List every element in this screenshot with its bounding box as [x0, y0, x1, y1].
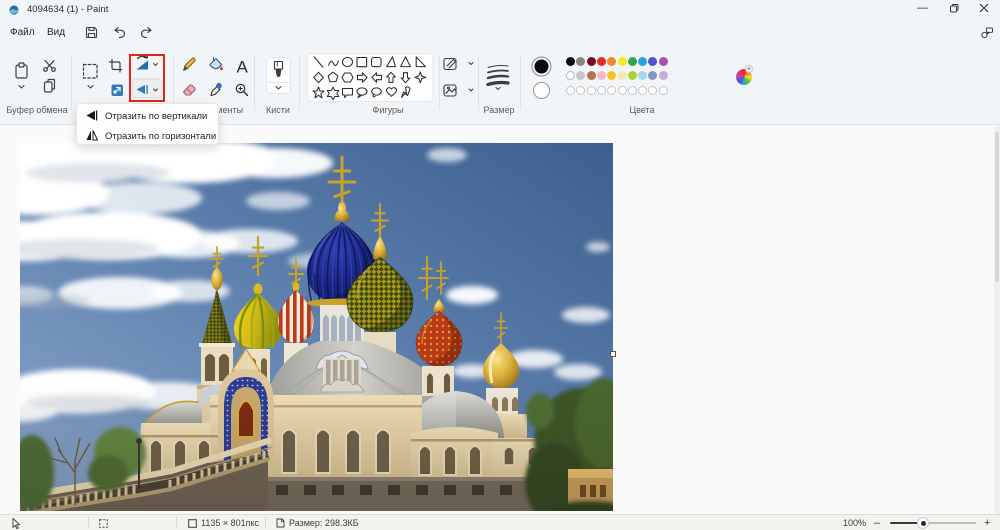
svg-text:A: A: [237, 58, 249, 77]
